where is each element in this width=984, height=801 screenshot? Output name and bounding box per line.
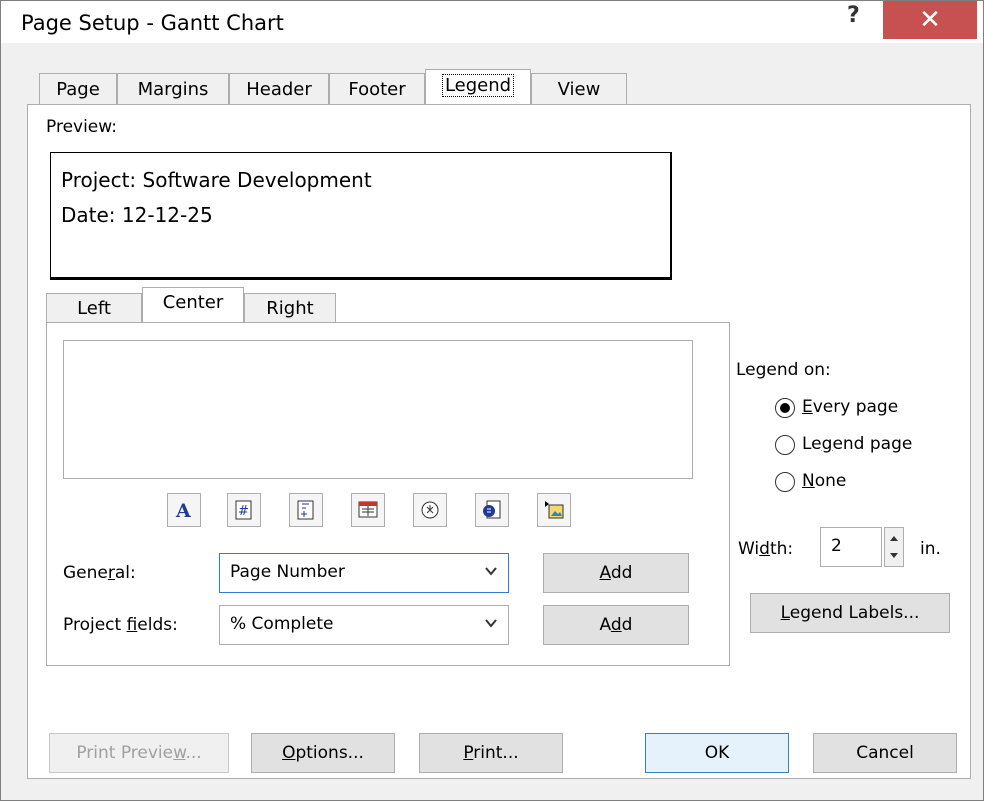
tab-view[interactable]: View	[531, 73, 627, 106]
chevron-down-icon	[485, 567, 497, 576]
preview-box: Project: Software Development Date: 12-1…	[50, 152, 672, 280]
radio-legend-page[interactable]	[775, 435, 795, 455]
center-panel: A # General: Page Number Add Project fie…	[46, 322, 730, 666]
insert-file-name-button[interactable]	[475, 493, 509, 527]
legend-tab-panel: Preview: Project: Software Development D…	[27, 104, 971, 779]
width-unit: in.	[920, 539, 941, 559]
general-label: General:	[63, 563, 136, 583]
insert-total-pages-button[interactable]	[289, 493, 323, 527]
tab-page[interactable]: Page	[39, 73, 117, 106]
width-value: 2	[831, 536, 842, 556]
legend-on-label: Legend on:	[736, 360, 831, 380]
options-button[interactable]: Options...	[251, 733, 395, 773]
chevron-down-icon	[485, 619, 497, 628]
total-pages-icon	[297, 500, 314, 520]
dialog-title: Page Setup - Gantt Chart	[21, 11, 284, 35]
tab-margins[interactable]: Margins	[117, 73, 229, 106]
tab-right[interactable]: Right	[244, 293, 336, 324]
width-input[interactable]: 2	[820, 527, 882, 567]
tab-legend-label: Legend	[441, 74, 515, 97]
svg-text:#: #	[238, 504, 249, 519]
project-fields-add-button[interactable]: Add	[543, 605, 689, 645]
preview-line-1: Project: Software Development	[61, 168, 372, 192]
svg-text:A: A	[175, 500, 191, 520]
print-button[interactable]: Print...	[419, 733, 563, 773]
project-fields-dropdown[interactable]: % Complete	[219, 605, 509, 645]
spin-up-icon	[890, 536, 898, 541]
insert-time-button[interactable]	[413, 493, 447, 527]
date-icon	[358, 501, 378, 518]
tab-legend[interactable]: Legend	[425, 69, 531, 106]
project-fields-value: % Complete	[230, 614, 334, 634]
radio-none-label: None	[802, 471, 847, 491]
radio-every-page-label: Every page	[802, 397, 899, 417]
width-label: Width:	[738, 539, 794, 559]
general-add-button[interactable]: Add	[543, 553, 689, 593]
format-text-button[interactable]: A	[167, 493, 201, 527]
font-icon: A	[175, 500, 191, 520]
ok-button[interactable]: OK	[645, 733, 789, 773]
tab-footer[interactable]: Footer	[329, 73, 425, 106]
insert-date-button[interactable]	[351, 493, 385, 527]
legend-labels-button[interactable]: Legend Labels...	[750, 593, 950, 633]
picture-icon	[545, 501, 564, 519]
page-number-icon: #	[235, 500, 252, 520]
radio-selected-dot	[780, 403, 790, 413]
radio-every-page[interactable]	[775, 398, 795, 418]
tab-center[interactable]: Center	[142, 287, 244, 324]
general-value: Page Number	[230, 562, 345, 582]
preview-label: Preview:	[46, 117, 117, 137]
dialog-client: Page Margins Header Footer Legend View P…	[1, 43, 983, 800]
close-icon: ✕	[919, 5, 941, 35]
close-button[interactable]: ✕	[883, 1, 977, 39]
project-fields-label: Project fields:	[63, 615, 178, 635]
insert-page-number-button[interactable]: #	[227, 493, 261, 527]
print-preview-button[interactable]: Print Preview...	[49, 733, 229, 773]
time-icon	[421, 501, 439, 519]
spin-down-icon	[890, 553, 898, 558]
width-spinner[interactable]	[884, 527, 904, 567]
title-bar: Page Setup - Gantt Chart ? ✕	[1, 1, 983, 43]
tab-header[interactable]: Header	[229, 73, 329, 106]
radio-legend-page-label: Legend page	[802, 434, 913, 454]
file-name-icon	[483, 500, 501, 519]
preview-line-2: Date: 12-12-25	[61, 203, 213, 227]
tab-left[interactable]: Left	[46, 293, 142, 324]
page-setup-dialog: Page Setup - Gantt Chart ? ✕ Page Margin…	[0, 0, 984, 801]
insert-picture-button[interactable]	[537, 493, 571, 527]
radio-none[interactable]	[775, 472, 795, 492]
general-dropdown[interactable]: Page Number	[219, 553, 509, 593]
help-button[interactable]: ?	[847, 3, 860, 28]
legend-text-area[interactable]	[63, 340, 693, 479]
cancel-button[interactable]: Cancel	[813, 733, 957, 773]
